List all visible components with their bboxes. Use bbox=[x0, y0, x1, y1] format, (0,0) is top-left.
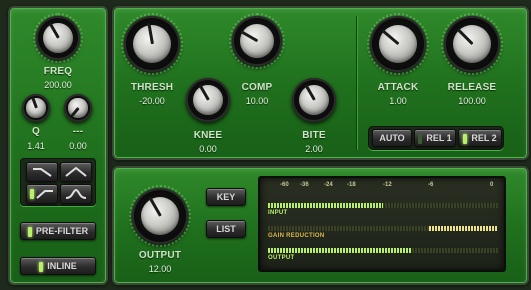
output-meter bbox=[268, 248, 498, 253]
auto-button[interactable]: AUTO bbox=[372, 129, 412, 147]
input-meter-label: INPUT bbox=[268, 210, 288, 216]
comp-knob[interactable] bbox=[229, 13, 285, 69]
scale-tick: -24 bbox=[324, 182, 333, 188]
gain-reduction-meter-label: GAIN REDUCTION bbox=[268, 233, 325, 239]
knee-knob[interactable] bbox=[186, 78, 230, 122]
q-label: Q bbox=[32, 126, 40, 137]
knee-label: KNEE bbox=[193, 130, 223, 141]
key-label: KEY bbox=[216, 192, 236, 202]
gain-reduction-meter-fill bbox=[429, 226, 498, 231]
output-knob[interactable] bbox=[129, 185, 191, 247]
bite-knob[interactable] bbox=[292, 78, 336, 122]
list-button[interactable]: LIST bbox=[206, 220, 246, 238]
high-shelf-button[interactable] bbox=[26, 184, 58, 204]
bite-value: 2.00 bbox=[305, 144, 323, 154]
input-meter bbox=[268, 203, 498, 208]
scale-tick: -18 bbox=[347, 182, 356, 188]
q-knob[interactable] bbox=[22, 94, 50, 122]
meter-display: -60 -36 -24 -18 -12 -6 0 INPUT GAIN REDU… bbox=[258, 176, 506, 272]
filter-panel: FREQ 200.00 Q --- 1.41 0.00 PRE-FILTER I… bbox=[8, 6, 108, 285]
gain-reduction-meter bbox=[268, 226, 498, 231]
release-label: RELEASE bbox=[447, 82, 497, 93]
list-label: LIST bbox=[216, 224, 236, 234]
inline-button[interactable]: INLINE bbox=[20, 257, 96, 275]
high-cut-button[interactable] bbox=[60, 162, 92, 182]
freq-label: FREQ bbox=[43, 66, 73, 77]
rel2-button[interactable]: REL 2 bbox=[458, 129, 502, 147]
third-knob[interactable] bbox=[64, 94, 92, 122]
scale-tick: 0 bbox=[490, 182, 494, 188]
release-value: 100.00 bbox=[458, 96, 486, 106]
input-meter-fill bbox=[268, 203, 383, 208]
pre-filter-led bbox=[27, 226, 32, 237]
output-label: OUTPUT bbox=[138, 250, 182, 261]
scale-tick: -6 bbox=[428, 182, 434, 188]
bandpass-icon bbox=[65, 188, 87, 199]
attack-knob[interactable] bbox=[367, 13, 429, 75]
scale-tick: -36 bbox=[300, 182, 309, 188]
release-knob[interactable] bbox=[441, 13, 503, 75]
attack-label: ATTACK bbox=[377, 82, 419, 93]
key-button[interactable]: KEY bbox=[206, 188, 246, 206]
scale-tick: -12 bbox=[383, 182, 392, 188]
freq-value: 200.00 bbox=[44, 80, 72, 90]
third-label: --- bbox=[72, 126, 84, 137]
output-meter-label: OUTPUT bbox=[268, 255, 295, 261]
scale-tick: -60 bbox=[280, 182, 289, 188]
output-value: 12.00 bbox=[148, 264, 172, 274]
compressor-panel: THRESH -20.00 COMP 10.00 KNEE 0.00 BITE … bbox=[112, 6, 529, 160]
attack-value: 1.00 bbox=[389, 96, 407, 106]
q-value: 1.41 bbox=[27, 141, 45, 151]
band-button[interactable] bbox=[60, 184, 92, 204]
inline-label: INLINE bbox=[47, 261, 77, 271]
low-shelf-button[interactable] bbox=[26, 162, 58, 182]
knee-value: 0.00 bbox=[199, 144, 217, 154]
rel1-button[interactable]: REL 1 bbox=[414, 129, 456, 147]
thresh-label: THRESH bbox=[130, 82, 174, 93]
freq-knob[interactable] bbox=[33, 13, 83, 63]
output-meter-fill bbox=[268, 248, 411, 253]
low-shelf-icon bbox=[33, 168, 52, 177]
release-mode-group: AUTO REL 1 REL 2 bbox=[368, 126, 504, 150]
peak-icon bbox=[65, 166, 87, 177]
section-divider bbox=[356, 16, 357, 150]
comp-value: 10.00 bbox=[245, 96, 269, 106]
third-value: 0.00 bbox=[69, 141, 87, 151]
bite-label: BITE bbox=[302, 130, 326, 141]
pre-filter-button[interactable]: PRE-FILTER bbox=[20, 222, 96, 240]
pre-filter-label: PRE-FILTER bbox=[35, 226, 89, 236]
inline-led bbox=[39, 261, 44, 272]
rel1-led bbox=[418, 133, 423, 144]
auto-label: AUTO bbox=[379, 133, 405, 143]
rel1-label: REL 1 bbox=[426, 133, 452, 143]
rel2-led bbox=[463, 133, 468, 144]
rel2-label: REL 2 bbox=[471, 133, 497, 143]
comp-label: COMP bbox=[241, 82, 273, 93]
filter-shape-group bbox=[20, 158, 96, 206]
high-shelf-icon bbox=[36, 190, 53, 199]
thresh-knob[interactable] bbox=[121, 13, 183, 75]
thresh-value: -20.00 bbox=[139, 96, 165, 106]
